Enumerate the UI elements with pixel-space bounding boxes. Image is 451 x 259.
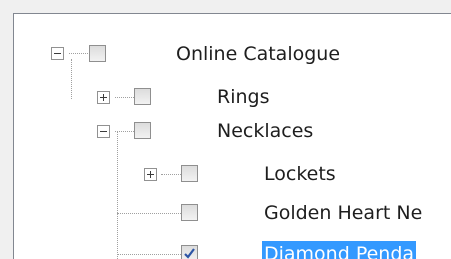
tree-connector-line xyxy=(69,53,88,54)
collapse-icon[interactable] xyxy=(51,47,64,60)
tree-node-label-selected: Diamond Penda xyxy=(262,241,417,259)
expand-icon[interactable] xyxy=(144,168,157,181)
node-checkbox[interactable] xyxy=(134,88,151,105)
tree-connector-line xyxy=(161,174,181,175)
tree-node-label: Lockets xyxy=(264,163,336,185)
tree-connector-line xyxy=(115,131,134,132)
collapse-icon[interactable] xyxy=(97,125,110,138)
checkmark-icon xyxy=(184,248,195,259)
node-checkbox[interactable] xyxy=(181,165,198,182)
tree-connector-line xyxy=(117,213,181,214)
tree-connector-line xyxy=(117,131,118,259)
node-checkbox[interactable] xyxy=(134,122,151,139)
node-checkbox[interactable] xyxy=(181,204,198,221)
tree-connector-line xyxy=(71,59,72,99)
tree-node-label: Rings xyxy=(217,86,270,108)
node-checkbox[interactable] xyxy=(89,45,106,62)
node-checkbox-checked[interactable] xyxy=(181,245,198,259)
catalogue-tree-view[interactable]: Online Catalogue Rings Necklaces Lockets… xyxy=(13,13,451,259)
tree-connector-line xyxy=(117,254,181,255)
tree-node-label: Necklaces xyxy=(217,120,314,142)
tree-node-label: Golden Heart Ne xyxy=(264,202,423,224)
tree-connector-line xyxy=(115,97,134,98)
tree-node-label: Online Catalogue xyxy=(176,43,341,65)
expand-icon[interactable] xyxy=(97,91,110,104)
